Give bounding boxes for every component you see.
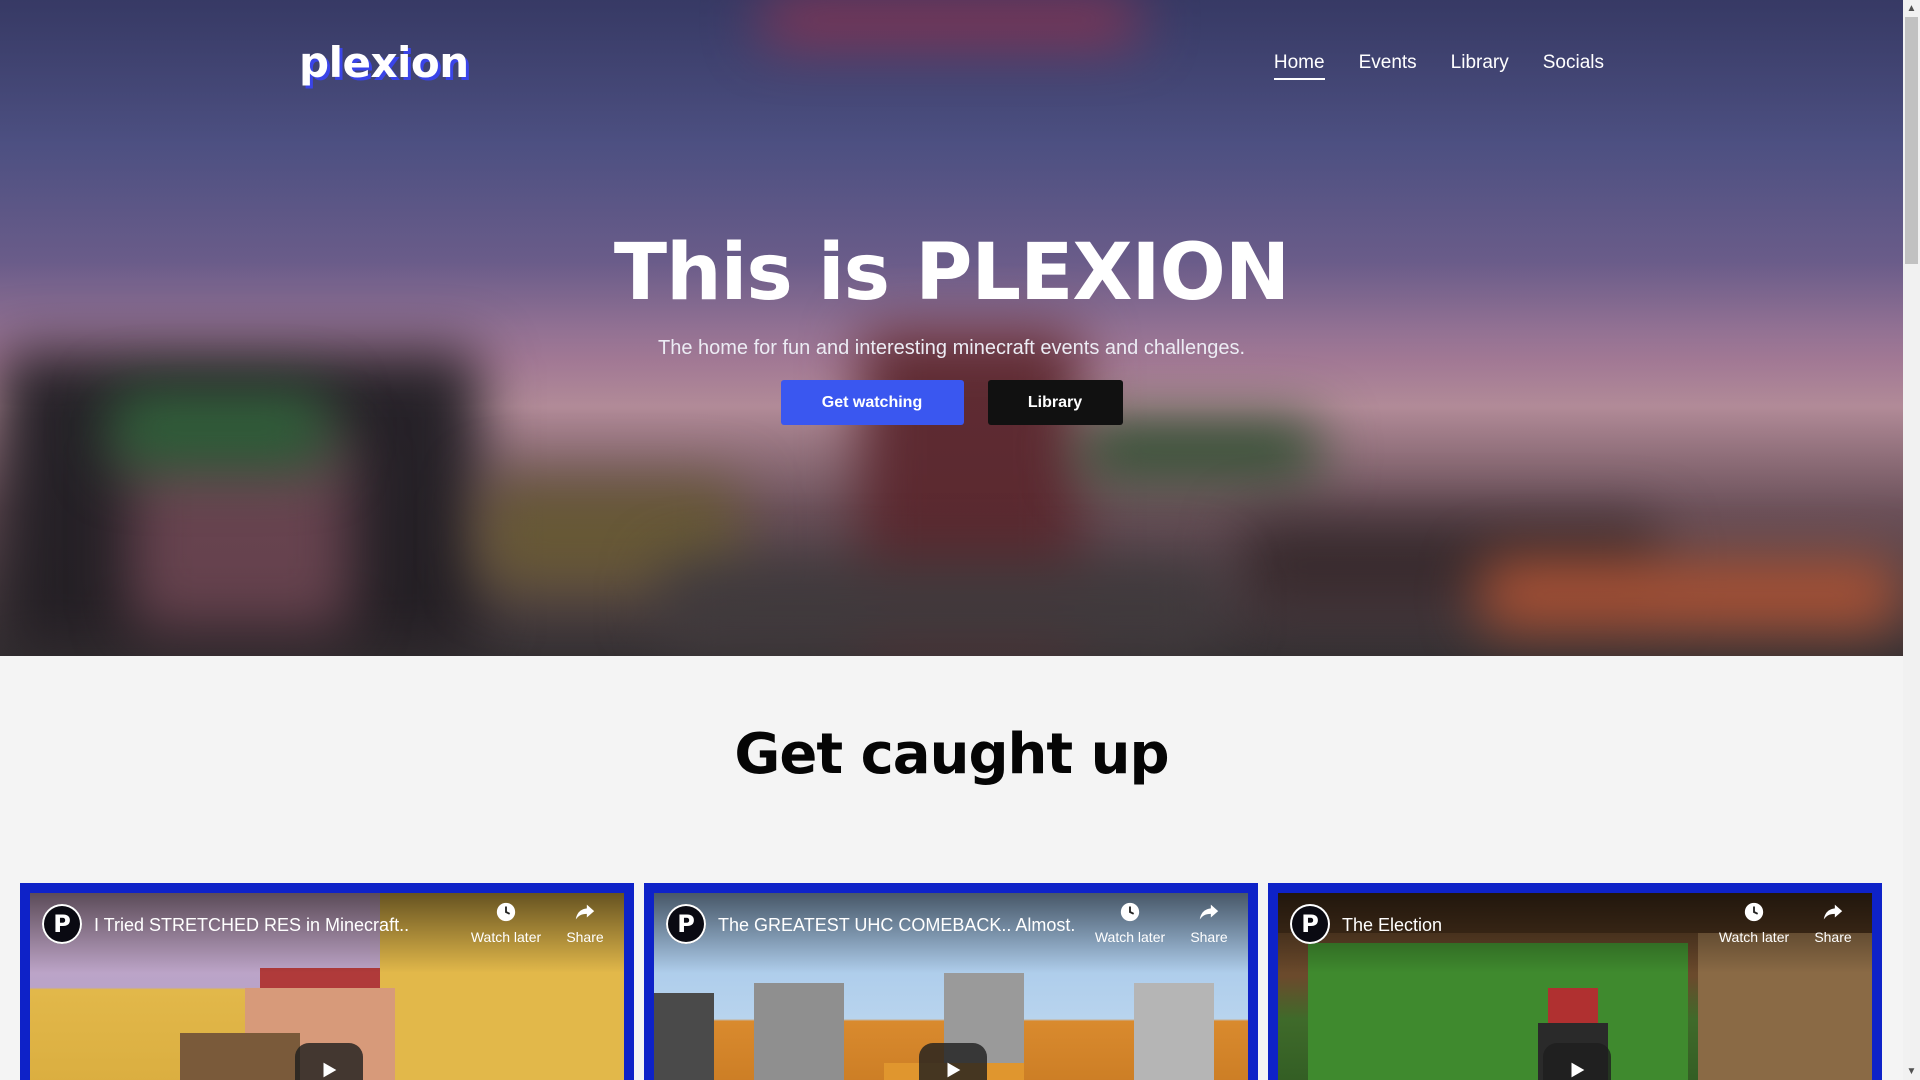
watch-later-label: Watch later (1718, 929, 1790, 945)
watch-later-button[interactable]: Watch later (466, 901, 546, 945)
share-icon (1823, 904, 1843, 920)
nav-events[interactable]: Events (1359, 52, 1417, 80)
scroll-down-arrow-icon[interactable]: ▼ (1903, 1063, 1920, 1080)
channel-avatar-icon[interactable]: P (1290, 904, 1330, 944)
share-label: Share (1814, 929, 1852, 945)
play-icon (1571, 1062, 1585, 1078)
nav-links: Home Events Library Socials (1273, 52, 1604, 80)
clock-icon (1120, 902, 1140, 922)
play-button[interactable] (1543, 1043, 1611, 1080)
clock-icon (496, 902, 516, 922)
play-button[interactable] (919, 1043, 987, 1080)
nav-library[interactable]: Library (1451, 52, 1509, 80)
video-card: P The Election Watch later Share (1268, 883, 1882, 1080)
watch-later-label: Watch later (470, 929, 542, 945)
channel-avatar-icon[interactable]: P (42, 904, 82, 944)
top-nav: plexion Home Events Library Socials (0, 0, 1903, 130)
hero-buttons: Get watching Library (0, 380, 1903, 425)
play-icon (947, 1062, 961, 1078)
video-card: P The GREATEST UHC COMEBACK.. Almost. Wa… (644, 883, 1258, 1080)
channel-avatar-icon[interactable]: P (666, 904, 706, 944)
video-title[interactable]: The Election (1342, 915, 1442, 936)
scrollbar-thumb[interactable] (1905, 17, 1918, 264)
logo[interactable]: plexion (299, 38, 469, 87)
watch-later-button[interactable]: Watch later (1714, 901, 1794, 945)
clock-icon (1744, 902, 1764, 922)
share-label: Share (1190, 929, 1228, 945)
page: plexion Home Events Library Socials This… (0, 0, 1903, 1080)
nav-socials[interactable]: Socials (1543, 52, 1604, 80)
video-cards: P I Tried STRETCHED RES in Minecraft.. W… (20, 883, 1882, 1080)
share-icon (575, 904, 595, 920)
nav-home[interactable]: Home (1273, 52, 1325, 80)
video-thumbnail[interactable]: P The GREATEST UHC COMEBACK.. Almost. Wa… (654, 893, 1248, 1080)
watch-later-label: Watch later (1094, 929, 1166, 945)
section-title: Get caught up (734, 722, 1169, 787)
hero-title: This is PLEXION (613, 228, 1290, 318)
watch-later-button[interactable]: Watch later (1090, 901, 1170, 945)
video-thumbnail[interactable]: P I Tried STRETCHED RES in Minecraft.. W… (30, 893, 624, 1080)
share-button[interactable]: Share (1169, 901, 1248, 945)
share-button[interactable]: Share (545, 901, 624, 945)
hero-subtitle: The home for fun and interesting minecra… (657, 337, 1245, 359)
share-label: Share (566, 929, 604, 945)
library-button[interactable]: Library (987, 380, 1123, 425)
vertical-scrollbar[interactable]: ▲ ▼ (1903, 0, 1920, 1080)
scroll-up-arrow-icon[interactable]: ▲ (1903, 0, 1920, 17)
hero-content: This is PLEXION The home for fun and int… (0, 225, 1903, 425)
play-button[interactable] (295, 1043, 363, 1080)
hero-banner: plexion Home Events Library Socials This… (0, 0, 1903, 656)
share-icon (1199, 904, 1219, 920)
share-button[interactable]: Share (1793, 901, 1872, 945)
get-watching-button[interactable]: Get watching (780, 380, 964, 425)
video-thumbnail[interactable]: P The Election Watch later Share (1278, 893, 1872, 1080)
video-title[interactable]: I Tried STRETCHED RES in Minecraft.. (94, 915, 409, 936)
play-icon (323, 1062, 337, 1078)
video-title[interactable]: The GREATEST UHC COMEBACK.. Almost. (718, 915, 1075, 936)
video-card: P I Tried STRETCHED RES in Minecraft.. W… (20, 883, 634, 1080)
